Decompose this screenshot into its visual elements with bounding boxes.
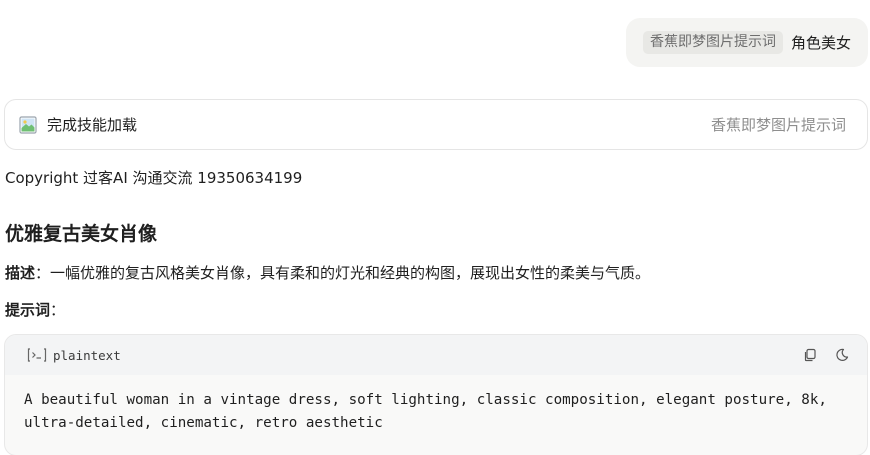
description-line: 描述：一幅优雅的复古风格美女肖像，具有柔和的灯光和经典的构图，展现出女性的柔美与… bbox=[5, 262, 650, 283]
code-language-label: plaintext bbox=[53, 347, 121, 363]
code-actions bbox=[803, 348, 849, 362]
description-label: 描述 bbox=[5, 264, 36, 282]
user-message-text: 角色美女 bbox=[790, 34, 851, 52]
description-text: ：一幅优雅的复古风格美女肖像，具有柔和的灯光和经典的构图，展现出女性的柔美与气质… bbox=[35, 264, 651, 282]
copy-icon[interactable] bbox=[803, 348, 817, 362]
image-icon bbox=[19, 115, 37, 134]
prompt-label: 提示词 bbox=[5, 301, 51, 319]
terminal-icon bbox=[27, 348, 47, 362]
prompt-label-line: 提示词： bbox=[5, 299, 65, 320]
user-message-bubble: 香蕉即梦图片提示词 角色美女 bbox=[625, 18, 868, 67]
moon-icon[interactable] bbox=[835, 348, 849, 362]
copyright-text: Copyright 过客AI 沟通交流 19350634199 bbox=[5, 169, 303, 187]
content-heading: 优雅复古美女肖像 bbox=[5, 223, 158, 245]
skill-name-label: 香蕉即梦图片提示词 bbox=[710, 116, 846, 134]
skill-loaded-card[interactable]: 完成技能加载 香蕉即梦图片提示词 bbox=[4, 99, 868, 150]
chat-page: 香蕉即梦图片提示词 角色美女 完成技能加载 香蕉即梦图片提示词 Copyrigh… bbox=[0, 0, 870, 455]
skill-status-label: 完成技能加载 bbox=[47, 116, 138, 134]
code-block-header: plaintext bbox=[5, 335, 867, 375]
skill-card-left: 完成技能加载 bbox=[19, 114, 137, 135]
code-content[interactable]: A beautiful woman in a vintage dress, so… bbox=[5, 375, 867, 435]
skill-tag[interactable]: 香蕉即梦图片提示词 bbox=[642, 31, 783, 54]
prompt-label-colon: ： bbox=[50, 301, 66, 319]
code-block: plaintext A beautiful woman in a vintage… bbox=[4, 334, 868, 455]
code-language: plaintext bbox=[27, 348, 121, 363]
